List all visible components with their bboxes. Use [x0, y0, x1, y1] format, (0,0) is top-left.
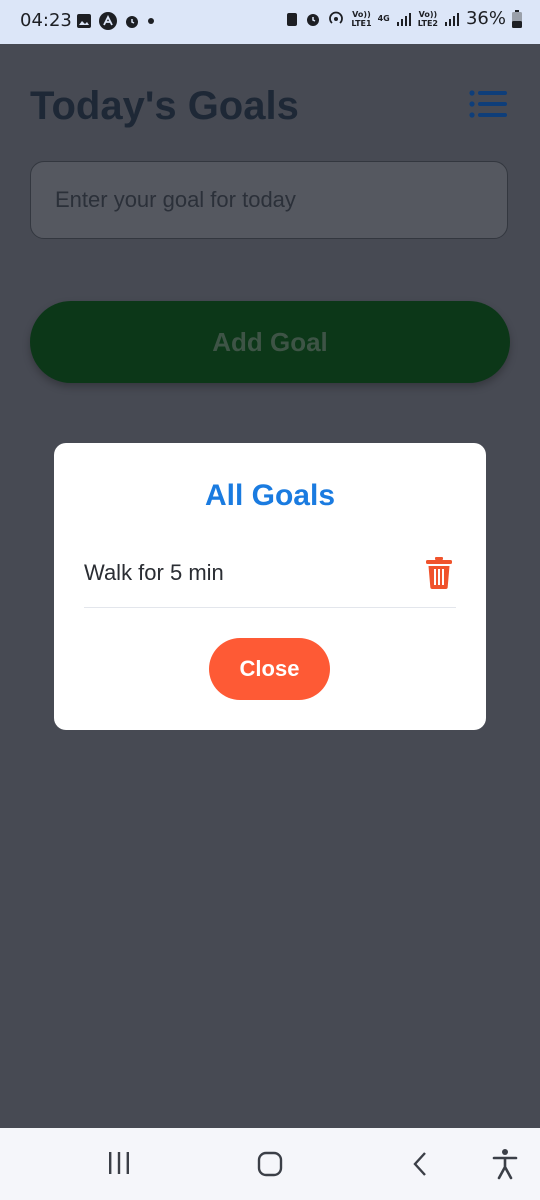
- signal-icon: [444, 12, 459, 26]
- list-item: Walk for 5 min: [84, 543, 456, 608]
- hotspot-icon: [329, 11, 344, 24]
- all-goals-modal: All Goals Walk for 5 min Close: [54, 443, 486, 730]
- network-type-label: 4G: [377, 14, 390, 23]
- goal-input[interactable]: [30, 161, 508, 239]
- volte1-label: Vo)) LTE1: [351, 9, 372, 28]
- recents-icon[interactable]: [107, 1150, 131, 1176]
- battery-percent: 36%: [465, 8, 506, 29]
- accessibility-icon[interactable]: [492, 1148, 518, 1180]
- add-goal-button[interactable]: Add Goal: [30, 301, 510, 383]
- signal-icon: [396, 12, 411, 26]
- back-icon[interactable]: [410, 1150, 430, 1178]
- volte2-label: Vo)) LTE2: [417, 9, 438, 28]
- gallery-icon: [77, 14, 91, 28]
- battery-icon: [512, 9, 522, 28]
- home-icon[interactable]: [256, 1150, 284, 1178]
- battery-saver-icon: [287, 12, 298, 26]
- menu-list-icon[interactable]: [469, 90, 507, 118]
- goal-text: Walk for 5 min: [84, 560, 224, 585]
- modal-title: All Goals: [204, 479, 336, 512]
- dot-icon: [148, 18, 154, 24]
- alarm-icon: [307, 13, 320, 26]
- trash-icon[interactable]: [426, 557, 452, 589]
- alarm-icon: [126, 16, 138, 28]
- a-icon: [99, 12, 117, 30]
- system-nav-bar: [0, 1128, 540, 1200]
- status-time: 04:23: [20, 10, 72, 31]
- page-title: Today's Goals: [30, 84, 299, 128]
- close-button[interactable]: Close: [209, 638, 330, 700]
- status-bar: 04:23 Vo)) LTE1 4G Vo)) LTE2 36%: [0, 0, 540, 44]
